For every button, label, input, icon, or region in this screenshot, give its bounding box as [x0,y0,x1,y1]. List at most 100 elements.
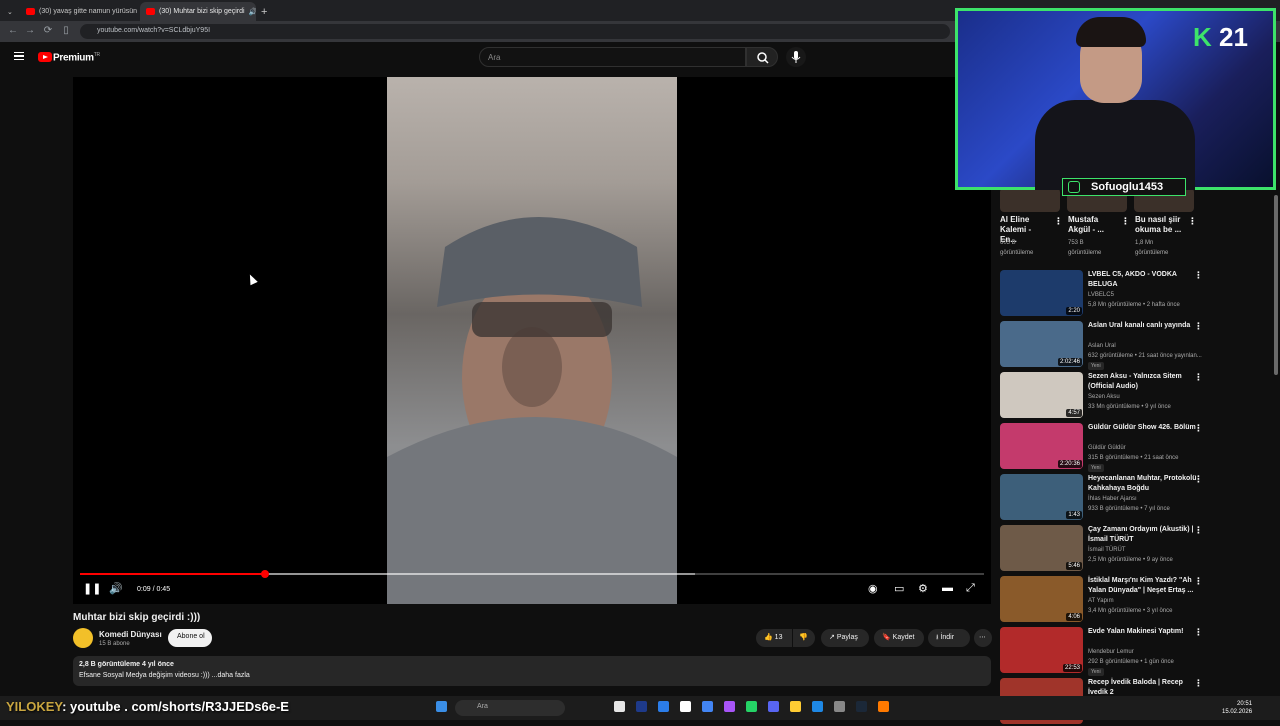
speaker-icon[interactable]: 🔊 [249,8,256,16]
more-options-icon[interactable]: ⋮ [1194,372,1203,383]
tab-1[interactable]: (30) yavaş gitte namun yürüsün ✕ [20,2,138,21]
more-options-icon[interactable]: ⋮ [1188,216,1197,227]
more-options-icon[interactable]: ⋮ [1194,474,1203,485]
tab-2[interactable]: (30) Muhtar bizi skip geçirdi 🔊 ✕ [140,2,256,21]
channel-name[interactable]: Komedi Dünyası [99,630,162,639]
firefox-icon[interactable] [878,701,889,712]
recommendation-title[interactable]: Heyecanlanan Muhtar, Protokolü Kahkahaya… [1088,474,1200,494]
save-button[interactable]: 🔖 Kaydet [874,629,924,647]
video-player[interactable]: ❚❚ 🔊 0:09 / 0:45 ◉ ▭ ⚙ ▬ ⤢ [73,77,991,604]
subtitles-icon[interactable]: ▭ [894,582,904,595]
recommendation-channel[interactable]: Sezen Aksu [1088,394,1120,400]
more-options-icon[interactable]: ⋮ [1054,216,1063,227]
short-title[interactable]: Mustafa Akgül - ... [1068,215,1118,235]
copilot-icon[interactable] [724,701,735,712]
obs-icon[interactable] [680,701,691,712]
fullscreen-icon[interactable]: ⤢ [966,582,975,595]
voice-search-button[interactable] [786,47,806,67]
steam-icon[interactable] [856,701,867,712]
download-label: İndir [940,634,955,641]
recommendation-title[interactable]: Recep İvedik Baloda | Recep İvedik 2 [1088,678,1200,698]
recommendation-channel[interactable]: Mendebur Lemur [1088,649,1134,655]
more-options-icon[interactable]: ⋮ [1194,423,1203,434]
sidebar-scrollbar[interactable] [1274,195,1278,375]
more-options-icon[interactable]: ⋮ [1194,321,1203,332]
recommendation-channel[interactable]: AT Yapım [1088,598,1114,604]
more-options-icon[interactable]: ⋮ [1194,525,1203,536]
url-field[interactable]: youtube.com/watch?v=SCLdbjuY95I [80,24,950,39]
recommendation-title[interactable]: Evde Yalan Makinesi Yaptım! [1088,627,1200,637]
theater-mode-icon[interactable]: ▬ [942,582,953,594]
new-badge: Yeni [1088,668,1104,676]
recommendation-item[interactable]: 1:43 Heyecanlanan Muhtar, Protokolü Kahka… [1000,474,1210,522]
more-options-icon[interactable]: ⋮ [1194,678,1203,689]
volume-icon[interactable]: 🔊 [109,582,123,595]
menu-icon[interactable] [14,52,24,60]
taskbar-search[interactable]: Ara [455,700,565,716]
sidebar-icon[interactable]: ▯ [59,25,73,36]
back-icon[interactable]: ← [6,25,20,36]
more-actions-button[interactable]: ⋯ [974,629,992,647]
recommendation-title[interactable]: Çay Zamanı Ordayım (Akustik) | İsmail TÜ… [1088,525,1200,545]
taskbar-clock[interactable]: 20:51 15.02.2026 [1222,700,1252,716]
tab-list-button[interactable]: ⌄ [4,2,18,21]
discord-icon[interactable] [768,701,779,712]
premiere-icon[interactable] [636,701,647,712]
more-options-icon[interactable]: ⋮ [1194,270,1203,281]
recommendation-item[interactable]: 4:57 Sezen Aksu - Yalnızca Sitem (Officia… [1000,372,1210,420]
recommendation-item[interactable]: 22:53 Evde Yalan Makinesi Yaptım! Mendebur… [1000,627,1210,676]
youtube-logo-icon[interactable] [38,52,52,62]
settings-icon[interactable] [834,701,845,712]
recommendation-channel[interactable]: İhlas Haber Ajansı [1088,496,1137,502]
recommendation-title[interactable]: LVBEL C5, AKDO - VODKA BELUGA [1088,270,1200,290]
forward-icon[interactable]: → [23,25,37,36]
search-input[interactable]: Ara [479,47,746,67]
like-button[interactable]: 👍 13 [756,629,792,647]
recommendation-channel[interactable]: İsmail TÜRÜT [1088,547,1126,553]
calculator-icon[interactable] [658,701,669,712]
url-text: youtube.com/watch?v=SCLdbjuY95I [97,27,211,34]
store-icon[interactable] [812,701,823,712]
more-options-icon[interactable]: ⋮ [1194,576,1203,587]
settings-gear-icon[interactable]: ⚙ [918,582,928,595]
recommendation-title[interactable]: Aslan Ural kanalı canlı yayında [1088,321,1200,331]
more-options-icon[interactable]: ⋮ [1121,216,1130,227]
description-box[interactable] [73,656,991,686]
recommendation-channel[interactable]: Güldür Güldür [1088,445,1126,451]
more-options-icon[interactable]: ⋮ [1194,627,1203,638]
search-button[interactable] [746,47,778,67]
progress-scrubber[interactable] [261,570,270,578]
dislike-button[interactable]: 👎 [793,629,815,647]
recommendation-channel[interactable]: Aslan Ural [1088,343,1116,349]
premium-logo-label[interactable]: PremiumTR [53,52,100,63]
recommendation-title[interactable]: İstiklal Marşı'nı Kim Yazdı? "Ah Yalan D… [1088,576,1200,596]
short-thumbnail[interactable] [1000,188,1060,212]
recommendation-channel[interactable]: LVBELC5 [1088,292,1114,298]
recommendation-item[interactable]: 2:20 LVBEL C5, AKDO - VODKA BELUGA LVBELC5… [1000,270,1210,318]
recommendation-meta: 632 görüntüleme • 21 saat önce yayınlan.… [1088,353,1202,359]
autoplay-toggle-icon[interactable]: ◉ [868,582,878,595]
whatsapp-icon[interactable] [746,701,757,712]
new-tab-button[interactable]: + [258,2,274,21]
search-icon [757,52,769,64]
pause-icon[interactable]: ❚❚ [83,582,101,595]
windows-start-icon[interactable] [436,701,447,712]
microphone-icon [791,51,801,63]
recommendation-item[interactable]: 2:20:36 Güldür Güldür Show 426. Bölüm Güld… [1000,423,1210,472]
short-title[interactable]: Bu nasıl şiir okuma be ... [1135,215,1185,235]
download-button[interactable]: ⭳ İndir [928,629,970,647]
chrome-icon[interactable] [702,701,713,712]
files-icon[interactable] [614,701,625,712]
channel-avatar[interactable] [73,628,93,648]
recommendation-item[interactable]: 4:06 İstiklal Marşı'nı Kim Yazdı? "Ah Yal… [1000,576,1210,624]
folder-icon[interactable] [790,701,801,712]
recommendation-title[interactable]: Güldür Güldür Show 426. Bölüm [1088,423,1200,433]
subscribe-button[interactable]: Abone ol [168,629,212,647]
recommendation-item[interactable]: 2:02:46 Aslan Ural kanalı canlı yayında As… [1000,321,1210,370]
k21-logo: K 21 [1193,22,1248,52]
recommendation-title[interactable]: Sezen Aksu - Yalnızca Sitem (Official Au… [1088,372,1200,392]
reload-icon[interactable]: ⟳ [41,25,55,36]
share-button[interactable]: ↗ Paylaş [821,629,869,647]
recommendation-item[interactable]: 5:46 Çay Zamanı Ordayım (Akustik) | İsmai… [1000,525,1210,573]
tab-2-label: (30) Muhtar bizi skip geçirdi [159,8,245,15]
